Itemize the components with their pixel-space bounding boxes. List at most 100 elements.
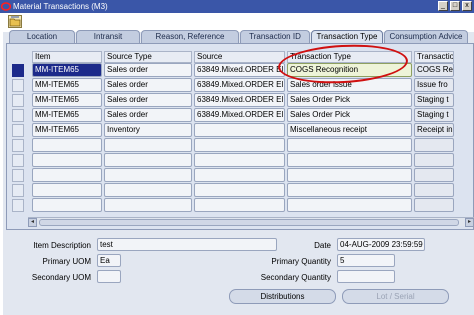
- tab-consumption-advice[interactable]: Consumption Advice: [384, 30, 468, 43]
- scrollbar-thumb[interactable]: [39, 219, 459, 226]
- record-indicator[interactable]: [12, 124, 24, 137]
- source-cell[interactable]: 63849.Mixed.ORDER El: [194, 108, 285, 122]
- item-cell[interactable]: MM-ITEM65: [32, 108, 102, 122]
- table-row[interactable]: MM-ITEM65 Sales order 63849.Mixed.ORDER El…: [10, 63, 456, 78]
- source-cell[interactable]: [194, 183, 285, 197]
- table-row[interactable]: [10, 183, 456, 198]
- transaction-type-cell[interactable]: [287, 168, 412, 182]
- item-cell[interactable]: MM-ITEM65: [32, 123, 102, 137]
- transaction-cell[interactable]: Staging t: [414, 108, 454, 122]
- secondary-quantity-label: Secondary Quantity: [260, 273, 331, 282]
- transaction-type-cell[interactable]: Miscellaneous receipt: [287, 123, 412, 137]
- source-cell[interactable]: 63849.Mixed.ORDER El: [194, 78, 285, 92]
- source-cell[interactable]: [194, 123, 285, 137]
- table-row[interactable]: MM-ITEM65 Sales order 63849.Mixed.ORDER El…: [10, 108, 456, 123]
- record-indicator[interactable]: [12, 109, 24, 122]
- record-indicator[interactable]: [12, 79, 24, 92]
- transaction-cell[interactable]: [414, 168, 454, 182]
- table-row[interactable]: [10, 138, 456, 153]
- record-indicator[interactable]: [12, 94, 24, 107]
- close-button[interactable]: x: [462, 1, 472, 11]
- item-cell[interactable]: [32, 138, 102, 152]
- horizontal-scrollbar[interactable]: ◂ ▸: [28, 217, 474, 227]
- item-cell[interactable]: [32, 168, 102, 182]
- secondary-uom-field[interactable]: [97, 270, 121, 283]
- item-cell[interactable]: [32, 153, 102, 167]
- record-indicator[interactable]: [12, 64, 24, 77]
- distributions-button[interactable]: Distributions: [229, 289, 336, 304]
- transaction-type-cell[interactable]: Sales Order Pick: [287, 93, 412, 107]
- transaction-cell[interactable]: Issue fro: [414, 78, 454, 92]
- transaction-cell[interactable]: Staging t: [414, 93, 454, 107]
- primary-uom-field[interactable]: Ea: [97, 254, 121, 267]
- transaction-cell[interactable]: [414, 183, 454, 197]
- tab-transaction-type[interactable]: Transaction Type: [311, 30, 383, 44]
- source-cell[interactable]: 63849.Mixed.ORDER El: [194, 93, 285, 107]
- item-cell[interactable]: MM-ITEM65: [32, 78, 102, 92]
- folder-icon[interactable]: [8, 15, 22, 28]
- table-row[interactable]: MM-ITEM65 Sales order 63849.Mixed.ORDER El…: [10, 78, 456, 93]
- item-cell[interactable]: MM-ITEM65: [32, 63, 102, 77]
- source-type-cell[interactable]: Sales order: [104, 93, 192, 107]
- transaction-type-cell[interactable]: [287, 183, 412, 197]
- transaction-type-cell[interactable]: [287, 198, 412, 212]
- source-cell[interactable]: [194, 168, 285, 182]
- item-description-label: Item Description: [33, 241, 91, 250]
- source-cell[interactable]: [194, 198, 285, 212]
- transaction-type-cell[interactable]: [287, 153, 412, 167]
- source-type-cell[interactable]: Sales order: [104, 78, 192, 92]
- item-cell[interactable]: MM-ITEM65: [32, 93, 102, 107]
- transaction-cell[interactable]: [414, 198, 454, 212]
- transaction-cell[interactable]: Receipt in: [414, 123, 454, 137]
- table-row[interactable]: [10, 198, 456, 213]
- source-type-cell[interactable]: [104, 198, 192, 212]
- source-type-cell[interactable]: [104, 153, 192, 167]
- maximize-button[interactable]: □: [450, 1, 460, 11]
- minimize-button[interactable]: _: [438, 1, 448, 11]
- source-cell[interactable]: [194, 138, 285, 152]
- record-indicator[interactable]: [12, 139, 24, 152]
- transaction-type-cell[interactable]: [287, 138, 412, 152]
- source-type-cell[interactable]: Sales order: [104, 63, 192, 77]
- table-row[interactable]: MM-ITEM65 Inventory Miscellaneous receipt R…: [10, 123, 456, 138]
- table-row[interactable]: MM-ITEM65 Sales order 63849.Mixed.ORDER El…: [10, 93, 456, 108]
- source-type-cell[interactable]: Inventory: [104, 123, 192, 137]
- lot-serial-button[interactable]: Lot / Serial: [342, 289, 449, 304]
- record-indicator[interactable]: [12, 169, 24, 182]
- record-indicator[interactable]: [12, 154, 24, 167]
- source-cell[interactable]: 63849.Mixed.ORDER El: [194, 63, 285, 77]
- column-header-transaction: Transactio: [414, 51, 454, 63]
- window-titlebar: Material Transactions (M3) _ □ x: [0, 0, 474, 13]
- primary-quantity-field[interactable]: 5: [337, 254, 395, 267]
- tab-location[interactable]: Location: [9, 30, 75, 43]
- table-row[interactable]: [10, 168, 456, 183]
- transaction-cell[interactable]: COGS Re: [414, 63, 454, 77]
- item-cell[interactable]: [32, 198, 102, 212]
- oracle-logo-icon: [1, 2, 11, 11]
- scroll-right-icon[interactable]: ▸: [465, 218, 474, 227]
- item-description-field[interactable]: test: [97, 238, 277, 251]
- tab-transaction-id[interactable]: Transaction ID: [240, 30, 310, 43]
- source-type-cell[interactable]: [104, 168, 192, 182]
- transaction-cell[interactable]: [414, 153, 454, 167]
- record-indicator[interactable]: [12, 184, 24, 197]
- secondary-quantity-field[interactable]: [337, 270, 395, 283]
- source-type-cell[interactable]: [104, 183, 192, 197]
- item-cell[interactable]: [32, 183, 102, 197]
- column-header-source-type: Source Type: [104, 51, 192, 63]
- date-field[interactable]: 04-AUG-2009 23:59:59: [337, 238, 425, 251]
- transactions-grid: Item Source Type Source Transaction Type…: [10, 51, 456, 213]
- source-type-cell[interactable]: [104, 138, 192, 152]
- transaction-cell[interactable]: [414, 138, 454, 152]
- source-cell[interactable]: [194, 153, 285, 167]
- record-indicator[interactable]: [12, 199, 24, 212]
- transaction-type-cell[interactable]: Sales Order Pick: [287, 108, 412, 122]
- transaction-type-cell[interactable]: COGS Recognition: [287, 63, 412, 77]
- table-row[interactable]: [10, 153, 456, 168]
- scroll-left-icon[interactable]: ◂: [28, 218, 37, 227]
- tab-intransit[interactable]: Intransit: [76, 30, 140, 43]
- source-type-cell[interactable]: Sales order: [104, 108, 192, 122]
- tab-reason-reference[interactable]: Reason, Reference: [141, 30, 239, 43]
- tab-strip: Location Intransit Reason, Reference Tra…: [9, 30, 469, 44]
- transaction-type-cell[interactable]: Sales order issue: [287, 78, 412, 92]
